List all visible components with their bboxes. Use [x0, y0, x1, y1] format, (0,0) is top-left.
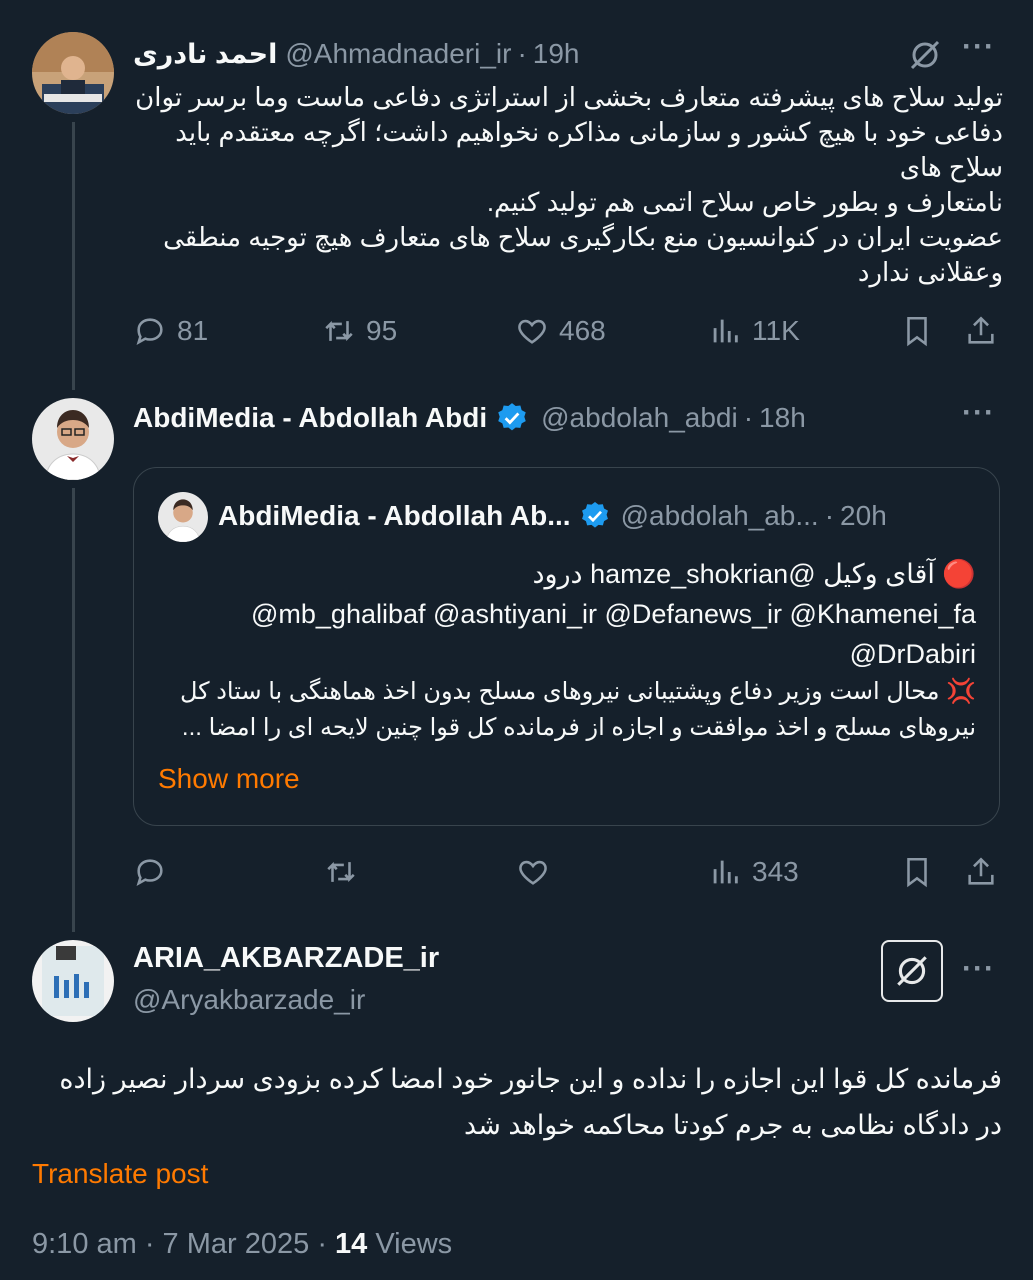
tweet-text-line: نامتعارف و بطور خاص سلاح اتمی هم تولید ک…	[486, 187, 1003, 217]
share-button[interactable]	[964, 855, 998, 889]
quote-author-name: AbdiMedia - Abdollah Ab...	[218, 500, 571, 531]
tweet1-header: احمد نادری @Ahmadnaderi_ir · 19h	[133, 36, 579, 72]
thread-line-2	[72, 488, 75, 932]
repost-button[interactable]: 95	[322, 314, 397, 348]
reply-icon	[136, 859, 163, 886]
repost-button[interactable]	[324, 855, 358, 889]
post-meta: 9:10 am · 7 Mar 2025 · 14 Views	[32, 1228, 452, 1261]
views-button[interactable]: 11K	[708, 314, 800, 348]
tweet-text-line: عضویت ایران در کنوانسیون منع بکارگیری سل…	[163, 222, 1003, 252]
grok-icon[interactable]	[881, 940, 943, 1002]
tweet-text-line: دفاعی خود با هیچ کشور و سازمانی مذاکره ن…	[175, 117, 1003, 182]
quote-text-line: نیروهای مسلح و اخذ موافقت و اجازه از فرم…	[181, 714, 976, 741]
quote-text-line: @DrDabiri	[849, 639, 976, 669]
views-icon	[713, 860, 738, 884]
tweet-time[interactable]: 19h	[533, 38, 580, 70]
reply-count: 81	[177, 315, 209, 346]
grok-icon[interactable]	[906, 36, 946, 72]
quote-header: AbdiMedia - Abdollah Ab... @abdolah_ab..…	[218, 500, 887, 532]
quote-text-line: 💢 محال است وزیر دفاع وپشتیبانی نیروهای م…	[179, 678, 976, 705]
views-icon	[713, 319, 738, 343]
bookmark-icon	[907, 857, 927, 888]
tweet2-header: AbdiMedia - Abdollah Abdi @abdolah_abdi …	[133, 400, 806, 436]
more-icon[interactable]: ···	[962, 30, 995, 64]
views-button[interactable]: 343	[708, 855, 799, 889]
show-more-link[interactable]: Show more	[158, 763, 300, 795]
author-handle[interactable]: @Ahmadnaderi_ir	[285, 38, 511, 70]
like-button[interactable]	[516, 855, 550, 889]
reply-button[interactable]: 81	[133, 314, 208, 348]
views-count: 14	[335, 1228, 368, 1260]
more-icon[interactable]: ···	[962, 952, 995, 986]
quote-avatar	[158, 492, 208, 542]
verified-badge-icon	[579, 500, 611, 532]
verified-badge-icon	[495, 401, 529, 435]
quote-handle: @abdolah_ab...	[620, 500, 819, 531]
tweet-text-line: در دادگاه نظامی به جرم کودتا محاکمه خواه…	[464, 1110, 1002, 1140]
bookmark-button[interactable]	[900, 314, 934, 348]
author-name[interactable]: AbdiMedia - Abdollah Abdi	[133, 402, 487, 434]
tweet-text-line: تولید سلاح های پیشرفته متعارف بخشی از اس…	[135, 82, 1003, 112]
quoted-tweet-card[interactable]: AbdiMedia - Abdollah Ab... @abdolah_ab..…	[133, 467, 1000, 826]
tweet-text-line: وعقلانی ندارد	[857, 257, 1003, 287]
separator-dot: ·	[824, 500, 835, 531]
like-count: 468	[559, 315, 606, 346]
avatar[interactable]	[32, 940, 114, 1022]
share-icon	[968, 316, 994, 344]
author-handle[interactable]: @Aryakbarzade_ir	[133, 984, 365, 1016]
quote-text-line: 🔴 آقای وکیل @hamze_shokrian درود	[532, 559, 976, 589]
more-icon[interactable]: ···	[962, 396, 995, 430]
avatar[interactable]	[32, 32, 114, 114]
bookmark-icon	[907, 316, 927, 347]
like-button[interactable]: 468	[515, 314, 606, 348]
view-count: 11K	[752, 315, 800, 346]
tweet-time[interactable]: 18h	[759, 402, 806, 434]
repost-count: 95	[366, 315, 398, 346]
like-icon	[519, 860, 547, 885]
tweet-text-line: فرمانده کل قوا این اجازه را نداده و این …	[59, 1064, 1002, 1094]
views-label: Views	[367, 1228, 453, 1260]
share-icon	[968, 857, 994, 885]
like-icon	[518, 319, 546, 344]
quote-text-line: @mb_ghalibaf @ashtiyani_ir @Defanews_ir …	[251, 599, 976, 629]
share-button[interactable]	[964, 314, 998, 348]
repost-icon	[327, 861, 355, 883]
tweet-text: فرمانده کل قوا این اجازه را نداده و این …	[32, 1056, 1002, 1148]
repost-icon	[325, 320, 353, 342]
bookmark-button[interactable]	[900, 855, 934, 889]
tweet-text: تولید سلاح های پیشرفته متعارف بخشی از اس…	[133, 80, 1003, 290]
translate-post-link[interactable]: Translate post	[32, 1158, 208, 1190]
author-name[interactable]: احمد نادری	[133, 39, 277, 70]
avatar[interactable]	[32, 398, 114, 480]
author-name[interactable]: ARIA_AKBARZADE_ir	[133, 942, 439, 975]
post-timestamp[interactable]: 9:10 am · 7 Mar 2025 ·	[32, 1228, 335, 1260]
thread-line-1	[72, 122, 75, 390]
reply-icon	[136, 318, 163, 345]
quote-text: 🔴 آقای وکیل @hamze_shokrian درود @mb_gha…	[158, 554, 976, 746]
separator-dot: ·	[743, 402, 754, 433]
separator-dot: ·	[517, 38, 527, 69]
author-handle[interactable]: @abdolah_abdi	[541, 402, 738, 434]
quote-time: 20h	[840, 500, 887, 531]
reply-button[interactable]	[133, 855, 167, 889]
view-count: 343	[752, 856, 799, 887]
